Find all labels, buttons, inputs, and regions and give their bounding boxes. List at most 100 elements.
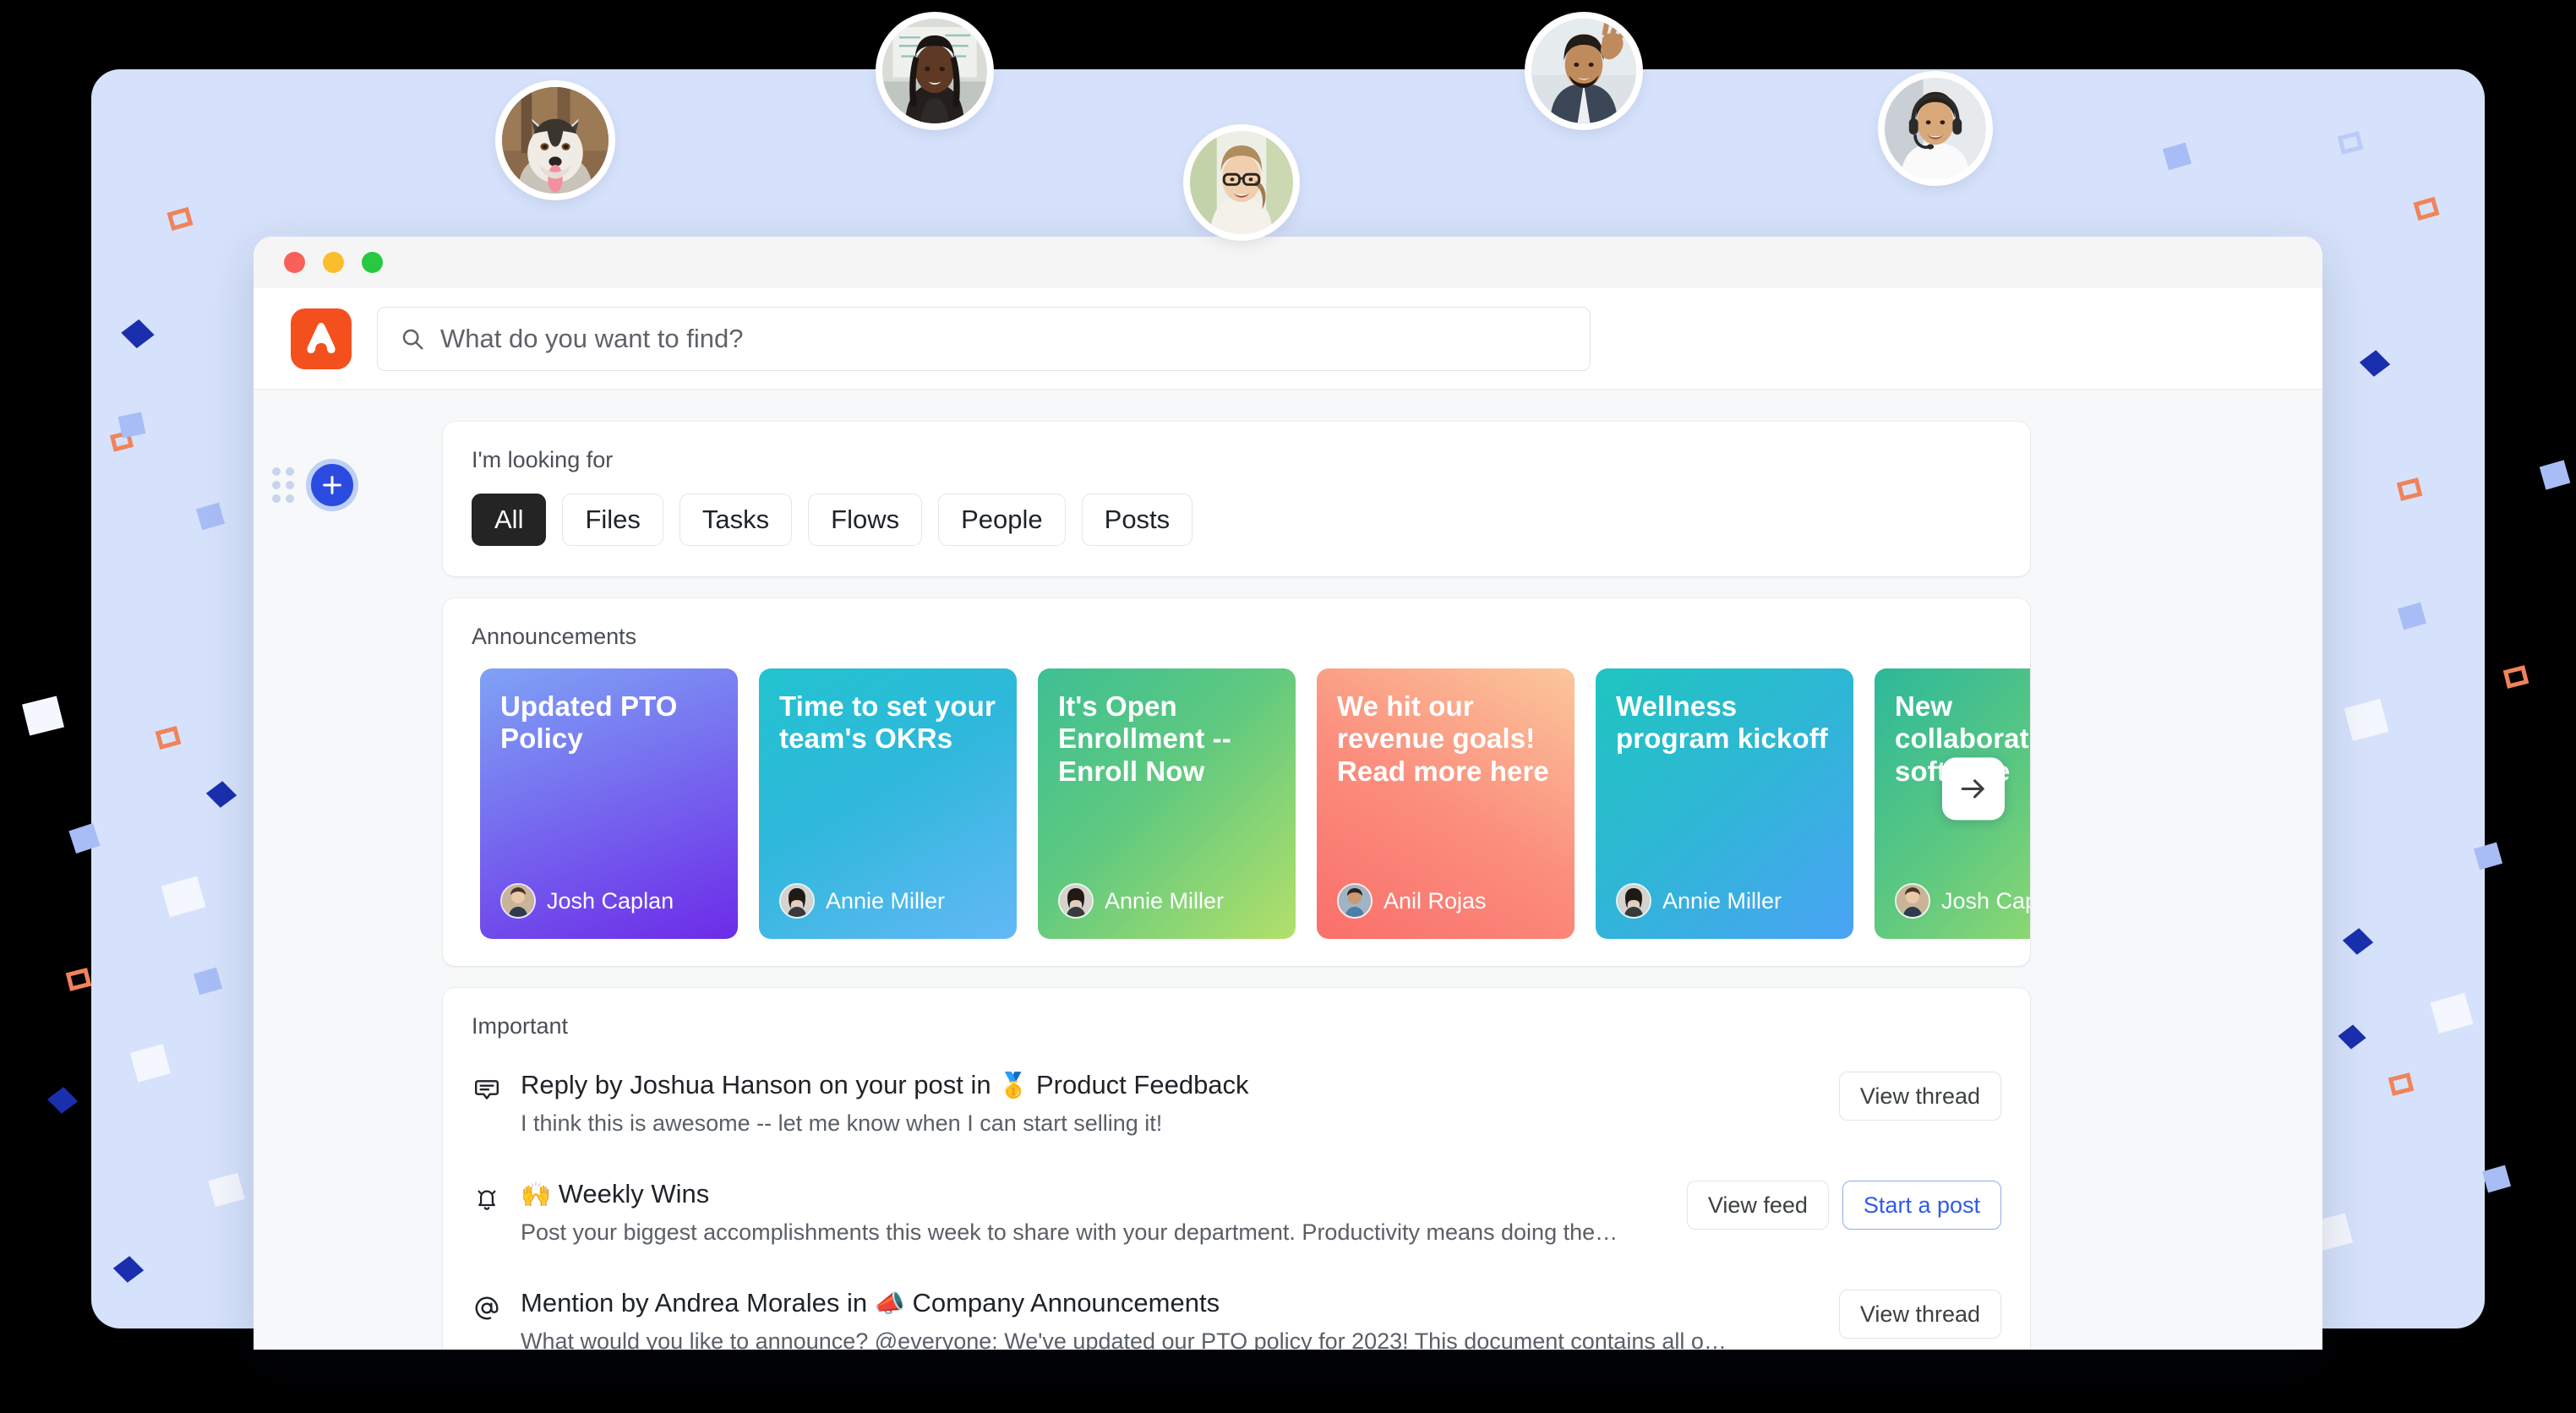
- view-thread-button[interactable]: View thread: [1838, 1072, 2001, 1121]
- carousel-next-button[interactable]: [1942, 756, 2005, 820]
- announcement-title: Updated PTO Policy: [500, 690, 678, 755]
- announcement-author-name: Annie Miller: [826, 887, 946, 914]
- screenshot-stage: I'm looking for All Files Tasks Flows Pe…: [0, 0, 2576, 1413]
- confetti-square: [22, 696, 64, 736]
- important-row[interactable]: Reply by Joshua Hanson on your post in 🥇…: [472, 1048, 2001, 1157]
- woman-braids-avatar: [882, 19, 987, 123]
- app-window: I'm looking for All Files Tasks Flows Pe…: [254, 237, 2322, 1350]
- title-suffix: Weekly Wins: [551, 1179, 710, 1208]
- important-row-subtitle: I think this is awesome -- let me know w…: [521, 1110, 1163, 1136]
- app-body: I'm looking for All Files Tasks Flows Pe…: [254, 390, 2322, 1350]
- important-row-title: Mention by Andrea Morales in 📣 Company A…: [521, 1288, 1820, 1318]
- josh-caplan-avatar: [1895, 883, 1930, 919]
- important-row[interactable]: Mention by Andrea Morales in 📣 Company A…: [472, 1266, 2001, 1350]
- title-suffix: Product Feedback: [1029, 1070, 1249, 1099]
- anil-rojas-avatar: [1337, 883, 1373, 919]
- announcement-title: Wellness program kickoff: [1616, 690, 1828, 755]
- josh-caplan-avatar: [500, 883, 536, 919]
- quick-add-button[interactable]: [306, 459, 358, 511]
- important-panel: Important Reply by Joshua Hanson on your…: [443, 988, 2030, 1350]
- annie-miller-avatar: [779, 883, 815, 919]
- filter-chip-files[interactable]: Files: [562, 494, 663, 546]
- important-row-actions: View thread: [1838, 1290, 2001, 1339]
- title-prefix: Mention by Andrea Morales in: [521, 1288, 875, 1318]
- announcement-author-name: Annie Miller: [1662, 887, 1782, 914]
- man-waving-avatar: [1531, 19, 1636, 123]
- important-row-actions: View thread: [1838, 1072, 2001, 1121]
- looking-for-label: I'm looking for: [472, 447, 614, 472]
- window-titlebar: [254, 237, 2322, 288]
- important-row-title: 🙌 Weekly Wins: [521, 1179, 1668, 1209]
- annie-miller-avatar: [1616, 883, 1651, 919]
- search-bar[interactable]: [377, 306, 1591, 371]
- arrow-right-icon: [1961, 778, 1984, 798]
- raised-hands-emoji: 🙌: [521, 1181, 552, 1208]
- medal-emoji: 🥇: [998, 1072, 1029, 1099]
- announcement-title: We hit our revenue goals! Read more here: [1337, 690, 1549, 787]
- announcements-carousel[interactable]: Updated PTO Policy Josh Caplan Time to s…: [443, 668, 2030, 939]
- important-label: Important: [472, 1013, 569, 1039]
- content-column: I'm looking for All Files Tasks Flows Pe…: [443, 422, 2030, 1350]
- man-headset-avatar: [1885, 78, 1986, 179]
- announcement-card[interactable]: Updated PTO Policy Josh Caplan: [480, 668, 738, 939]
- start-a-post-button[interactable]: Start a post: [1842, 1181, 2001, 1230]
- announcement-author-name: Josh Caplan: [1941, 887, 2030, 914]
- announcement-card[interactable]: It's Open Enrollment -- Enroll Now Annie…: [1038, 668, 1296, 939]
- announcement-card[interactable]: Wellness program kickoff Annie Miller: [1596, 668, 1853, 939]
- confetti-square: [65, 968, 92, 991]
- announcement-author: Josh Caplan: [1895, 883, 2030, 919]
- confetti-square: [2481, 1165, 2512, 1193]
- minimize-window-button[interactable]: [323, 252, 344, 273]
- husky-dog-avatar: [502, 87, 609, 194]
- search-header: [254, 288, 2322, 390]
- drag-grip-icon[interactable]: [272, 467, 294, 503]
- important-row-title: Reply by Joshua Hanson on your post in 🥇…: [521, 1070, 1820, 1100]
- announcements-panel: Announcements Updated PTO Policy Josh Ca…: [443, 598, 2030, 966]
- important-row-subtitle: Post your biggest accomplishments this w…: [521, 1219, 1618, 1245]
- comment-icon: [472, 1075, 502, 1105]
- announcements-label: Announcements: [472, 624, 637, 649]
- view-thread-button[interactable]: View thread: [1838, 1290, 2001, 1339]
- announcement-author-name: Josh Caplan: [547, 887, 674, 914]
- assembly-logo-icon[interactable]: [291, 308, 352, 369]
- quick-add-widget: [272, 459, 358, 511]
- search-icon: [400, 326, 425, 352]
- close-window-button[interactable]: [284, 252, 305, 273]
- announcement-author: Josh Caplan: [500, 883, 718, 919]
- filter-chip-flows[interactable]: Flows: [808, 494, 923, 546]
- woman-glasses-avatar: [1190, 131, 1293, 234]
- important-row-subtitle: What would you like to announce? @everyo…: [521, 1328, 1729, 1350]
- announcement-author-name: Annie Miller: [1105, 887, 1225, 914]
- filter-chip-all[interactable]: All: [472, 494, 547, 546]
- confetti-square: [2502, 665, 2530, 689]
- announcement-author-name: Anil Rojas: [1384, 887, 1487, 914]
- title-suffix: Company Announcements: [904, 1288, 1220, 1318]
- search-input[interactable]: [440, 323, 1568, 354]
- announcement-author: Anil Rojas: [1337, 883, 1554, 919]
- important-row-content: Mention by Andrea Morales in 📣 Company A…: [521, 1288, 1820, 1350]
- important-row-actions: View feed Start a post: [1686, 1181, 2001, 1230]
- announcement-card[interactable]: We hit our revenue goals! Read more here…: [1317, 668, 1575, 939]
- view-feed-button[interactable]: View feed: [1686, 1181, 1829, 1230]
- megaphone-emoji: 📣: [874, 1290, 905, 1318]
- important-row-content: Reply by Joshua Hanson on your post in 🥇…: [521, 1070, 1820, 1137]
- title-prefix: Reply by Joshua Hanson on your post in: [521, 1070, 999, 1099]
- announcement-card[interactable]: Time to set your team's OKRs Annie Mille…: [759, 668, 1017, 939]
- announcement-author: Annie Miller: [1058, 883, 1275, 919]
- annie-miller-avatar: [1058, 883, 1094, 919]
- announcement-title: Time to set your team's OKRs: [779, 690, 996, 755]
- important-row-content: 🙌 Weekly Wins Post your biggest accompli…: [521, 1179, 1668, 1246]
- filter-chip-posts[interactable]: Posts: [1081, 494, 1193, 546]
- bell-icon: [472, 1184, 502, 1214]
- looking-for-panel: I'm looking for All Files Tasks Flows Pe…: [443, 422, 2030, 576]
- filter-chip-tasks[interactable]: Tasks: [679, 494, 793, 546]
- maximize-window-button[interactable]: [362, 252, 383, 273]
- announcement-author: Annie Miller: [779, 883, 996, 919]
- confetti-diamond: [46, 1087, 79, 1114]
- confetti-square: [2539, 460, 2571, 490]
- important-row[interactable]: 🙌 Weekly Wins Post your biggest accompli…: [472, 1157, 2001, 1266]
- announcement-title: It's Open Enrollment -- Enroll Now: [1058, 690, 1231, 787]
- filter-chip-people[interactable]: People: [938, 494, 1066, 546]
- announcement-author: Annie Miller: [1616, 883, 1833, 919]
- filter-chip-group: All Files Tasks Flows People Posts: [472, 494, 2001, 546]
